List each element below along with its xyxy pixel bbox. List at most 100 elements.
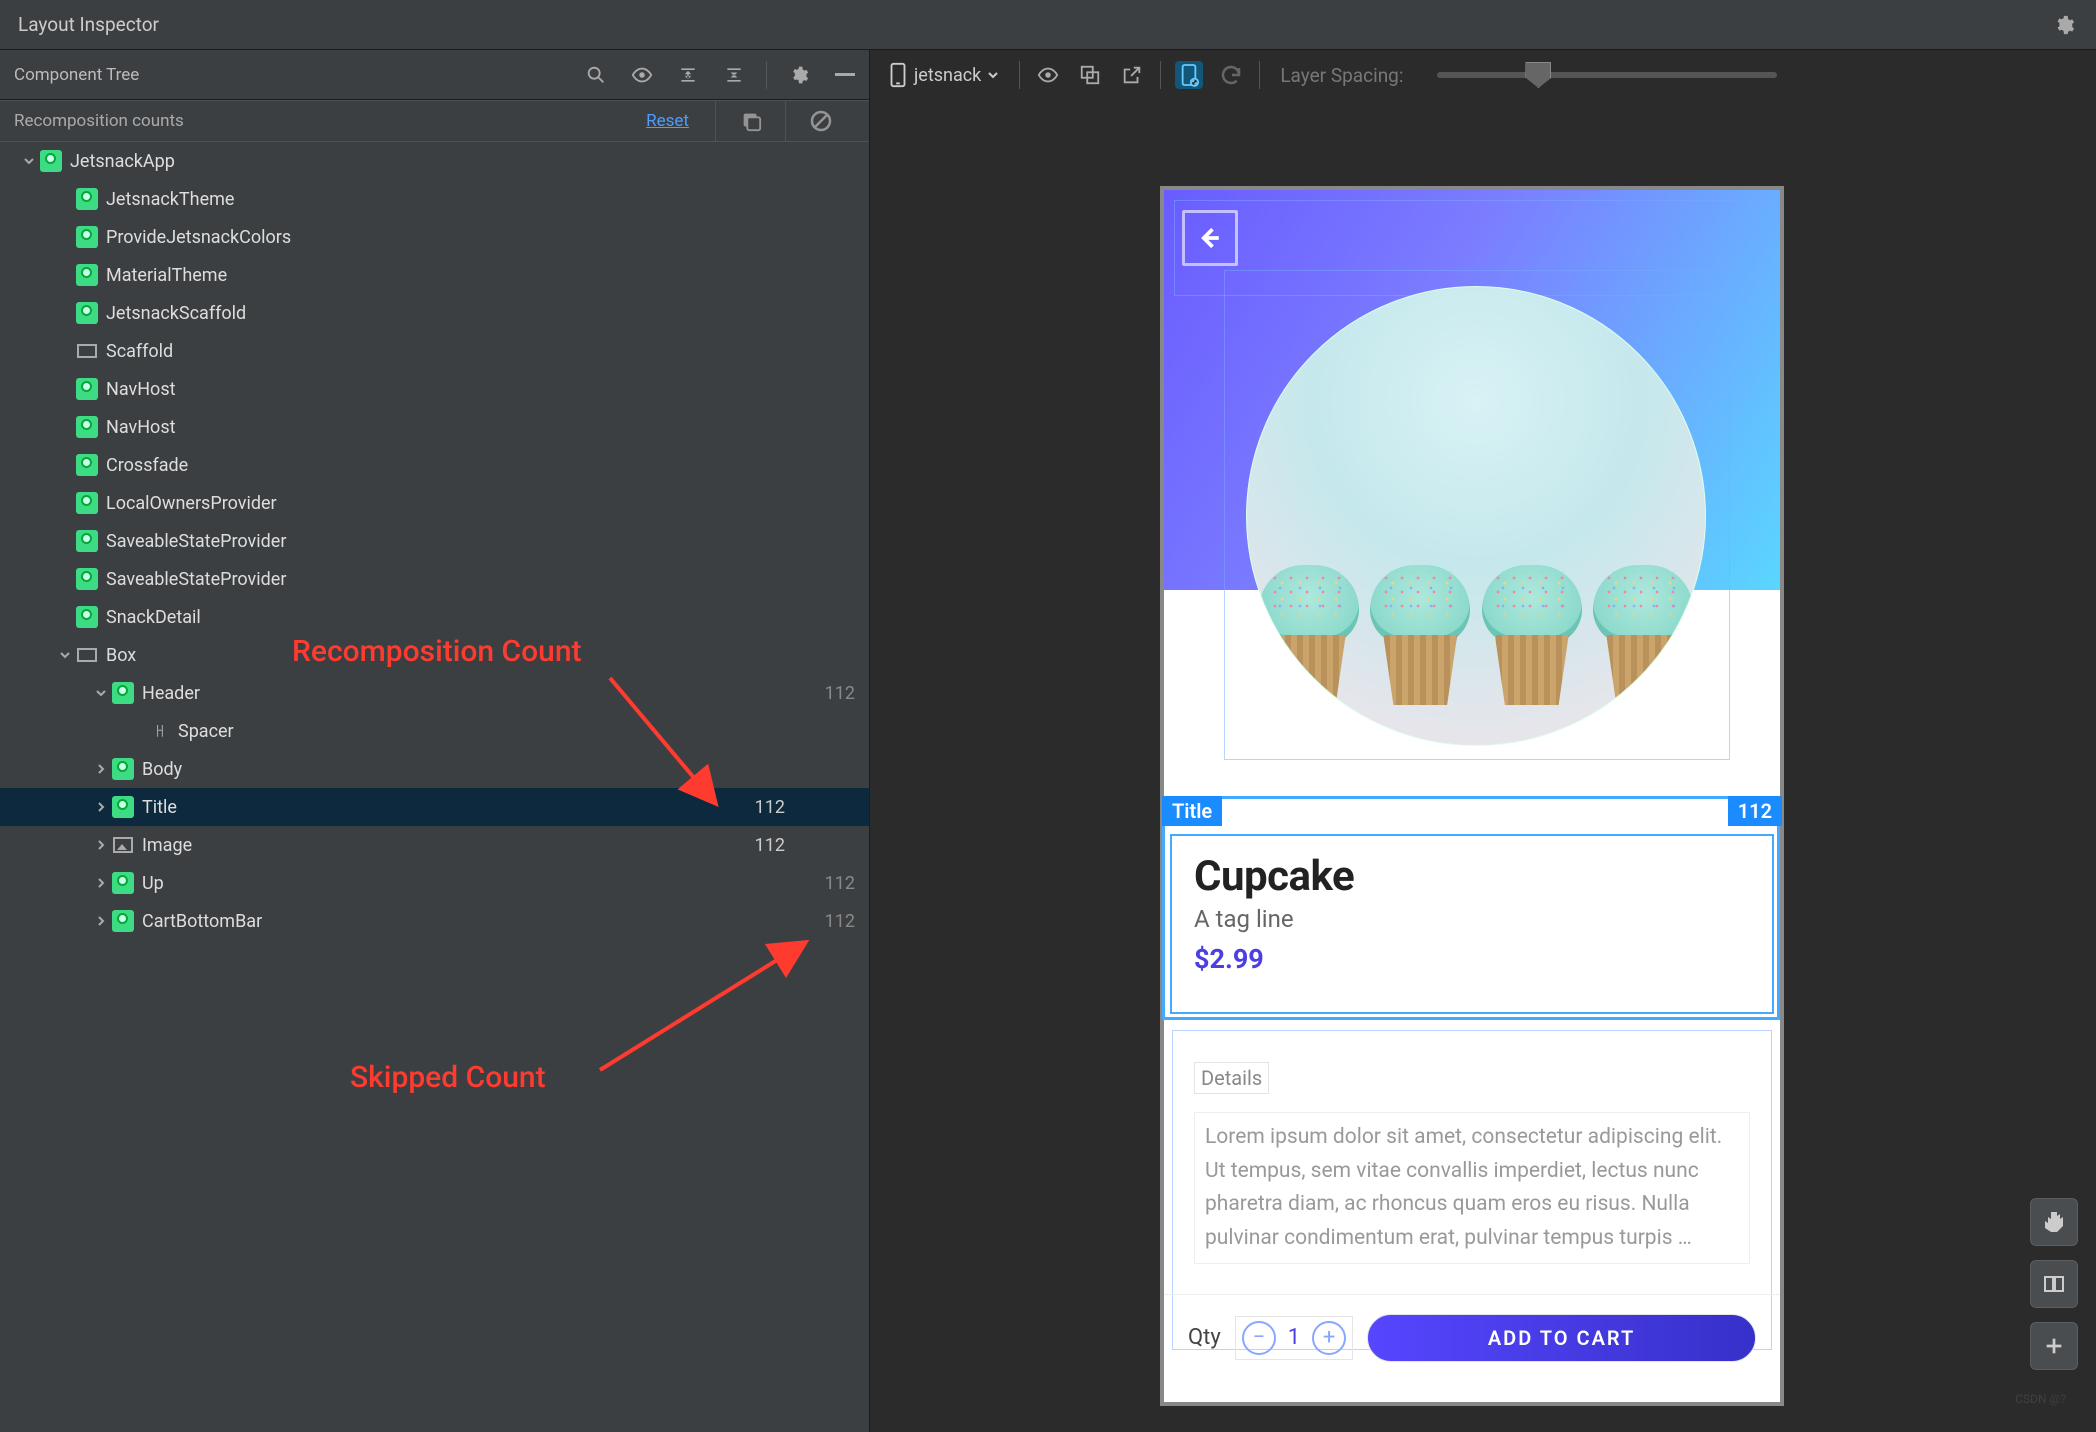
box-icon bbox=[76, 644, 98, 666]
tree-row[interactable]: LocalOwnersProvider bbox=[0, 484, 869, 522]
search-icon[interactable] bbox=[582, 61, 610, 89]
device-selector[interactable]: jetsnack bbox=[882, 58, 1005, 92]
details-body: Lorem ipsum dolor sit amet, consectetur … bbox=[1194, 1112, 1750, 1264]
slider-thumb[interactable] bbox=[1525, 62, 1551, 88]
compose-icon bbox=[76, 378, 98, 400]
tree-row[interactable]: NavHost bbox=[0, 408, 869, 446]
tree-row[interactable]: Body bbox=[0, 750, 869, 788]
minimize-icon[interactable] bbox=[831, 61, 859, 89]
chevron-icon[interactable] bbox=[90, 839, 112, 851]
recomp-count: 112 bbox=[729, 835, 799, 856]
chevron-icon[interactable] bbox=[90, 877, 112, 889]
compose-icon bbox=[76, 188, 98, 210]
chevron-icon[interactable] bbox=[18, 155, 40, 167]
eye-icon[interactable] bbox=[628, 61, 656, 89]
node-name: JetsnackApp bbox=[70, 151, 175, 172]
tree-row[interactable]: SnackDetail bbox=[0, 598, 869, 636]
tree-row[interactable]: Box bbox=[0, 636, 869, 674]
compose-icon bbox=[40, 150, 62, 172]
component-tree-panel: Component Tree Recomposition counts Rese… bbox=[0, 50, 870, 1432]
cart-bar: Qty − 1 + ADD TO CART bbox=[1164, 1294, 1780, 1380]
tree-row[interactable]: Title112 bbox=[0, 788, 869, 826]
node-name: ProvideJetsnackColors bbox=[106, 227, 291, 248]
compose-icon bbox=[76, 264, 98, 286]
compose-icon bbox=[76, 568, 98, 590]
add-to-cart-button[interactable]: ADD TO CART bbox=[1367, 1314, 1756, 1362]
tree-row[interactable]: SaveableStateProvider bbox=[0, 522, 869, 560]
node-name: Up bbox=[142, 873, 164, 894]
tree-row[interactable]: Header 112 bbox=[0, 674, 869, 712]
chevron-icon[interactable] bbox=[90, 801, 112, 813]
layer-spacing-slider[interactable] bbox=[1437, 72, 1777, 78]
compose-icon bbox=[112, 796, 134, 818]
node-name: Body bbox=[142, 759, 182, 780]
gear-icon[interactable] bbox=[785, 61, 813, 89]
node-name: JetsnackTheme bbox=[106, 189, 234, 210]
node-name: Header bbox=[142, 683, 200, 704]
titlebar: Layout Inspector bbox=[0, 0, 2096, 50]
tree-row[interactable]: MaterialTheme bbox=[0, 256, 869, 294]
node-name: NavHost bbox=[106, 417, 176, 438]
details-heading: Details bbox=[1194, 1062, 1269, 1094]
tree-row[interactable]: Image112 bbox=[0, 826, 869, 864]
chevron-icon[interactable] bbox=[90, 687, 112, 699]
node-name: Crossfade bbox=[106, 455, 188, 476]
gear-icon[interactable] bbox=[2050, 11, 2078, 39]
plus-icon[interactable]: + bbox=[1312, 1321, 1346, 1355]
layer-spacing-label: Layer Spacing: bbox=[1280, 64, 1403, 87]
canvas[interactable]: Title 112 Cupcake A tag line $2.99 Detai… bbox=[870, 100, 2096, 1432]
popout-icon[interactable] bbox=[1118, 61, 1146, 89]
product-title: Cupcake bbox=[1194, 852, 1750, 901]
skip-count: 112 bbox=[799, 683, 869, 704]
node-name: Box bbox=[106, 645, 136, 666]
minus-icon[interactable]: − bbox=[1242, 1321, 1276, 1355]
tree-row[interactable]: JetsnackScaffold bbox=[0, 294, 869, 332]
compose-icon bbox=[112, 872, 134, 894]
tree-row[interactable]: Scaffold bbox=[0, 332, 869, 370]
qty-value: 1 bbox=[1284, 1325, 1304, 1350]
separator bbox=[1160, 61, 1161, 89]
layers-icon[interactable] bbox=[2030, 1260, 2078, 1308]
qty-label: Qty bbox=[1188, 1325, 1221, 1350]
live-updates-icon[interactable] bbox=[1175, 61, 1203, 89]
refresh-icon[interactable] bbox=[1217, 61, 1245, 89]
product-price: $2.99 bbox=[1194, 943, 1750, 975]
compose-icon bbox=[112, 682, 134, 704]
collapse-icon[interactable] bbox=[720, 61, 748, 89]
image-icon bbox=[112, 834, 134, 856]
compose-icon bbox=[112, 910, 134, 932]
tree-row[interactable]: SaveableStateProvider bbox=[0, 560, 869, 598]
chevron-icon[interactable] bbox=[90, 915, 112, 927]
chevron-icon[interactable] bbox=[54, 649, 76, 661]
compose-icon bbox=[112, 758, 134, 780]
tree-row[interactable]: NavHost bbox=[0, 370, 869, 408]
chevron-icon[interactable] bbox=[90, 763, 112, 775]
pan-icon[interactable] bbox=[2030, 1198, 2078, 1246]
device-frame: Title 112 Cupcake A tag line $2.99 Detai… bbox=[1160, 186, 1784, 1406]
tree-row[interactable]: |··|Spacer bbox=[0, 712, 869, 750]
skip-count: 112 bbox=[799, 911, 869, 932]
counts-label: Recomposition counts bbox=[14, 111, 184, 131]
tree-row[interactable]: Crossfade bbox=[0, 446, 869, 484]
expand-icon[interactable] bbox=[674, 61, 702, 89]
tree-row[interactable]: CartBottomBar 112 bbox=[0, 902, 869, 940]
quantity-stepper[interactable]: − 1 + bbox=[1235, 1316, 1353, 1360]
window-title: Layout Inspector bbox=[18, 13, 159, 36]
tree-row[interactable]: ProvideJetsnackColors bbox=[0, 218, 869, 256]
right-toolbar: jetsnack Layer Spacing: bbox=[870, 50, 2096, 100]
box-icon bbox=[76, 340, 98, 362]
plus-icon[interactable] bbox=[2030, 1322, 2078, 1370]
reset-link[interactable]: Reset bbox=[646, 111, 689, 131]
node-name: SaveableStateProvider bbox=[106, 531, 286, 552]
eye-icon[interactable] bbox=[1034, 61, 1062, 89]
tree-row[interactable]: Up 112 bbox=[0, 864, 869, 902]
compose-icon bbox=[76, 606, 98, 628]
spacer-icon: |··| bbox=[148, 720, 170, 742]
tree-row[interactable]: JetsnackApp bbox=[0, 142, 869, 180]
separator bbox=[1019, 61, 1020, 89]
skip-count: 112 bbox=[799, 873, 869, 894]
tree-row[interactable]: JetsnackTheme bbox=[0, 180, 869, 218]
component-tree[interactable]: JetsnackApp JetsnackTheme ProvideJetsnackC… bbox=[0, 142, 869, 1432]
node-name: CartBottomBar bbox=[142, 911, 262, 932]
overlay-icon[interactable] bbox=[1076, 61, 1104, 89]
